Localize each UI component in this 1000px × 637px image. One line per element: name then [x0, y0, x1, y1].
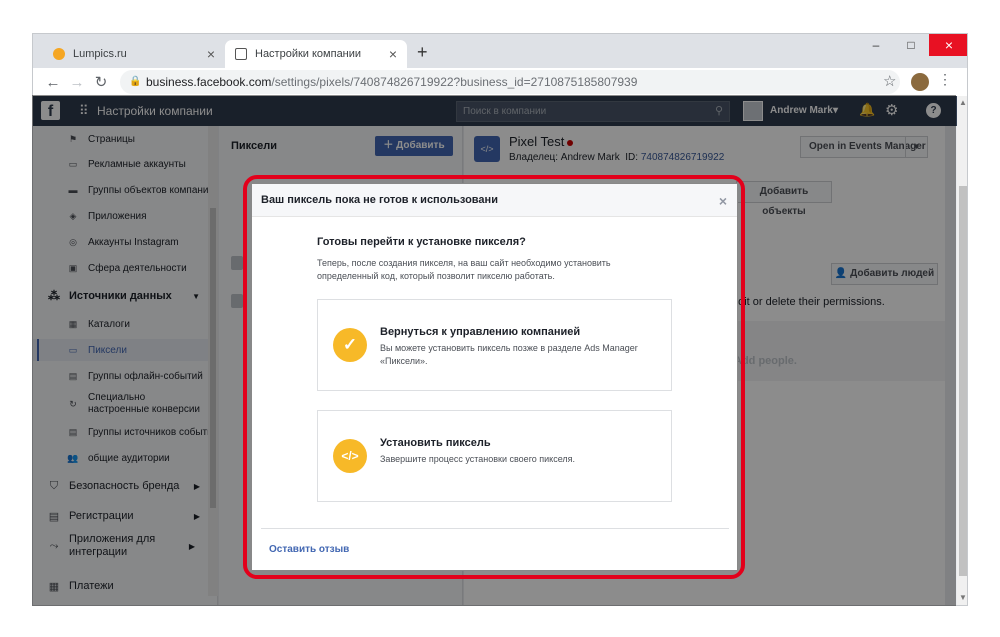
new-tab-button[interactable]: + [417, 42, 428, 63]
dialog-description: Теперь, после создания пикселя, на ваш с… [317, 258, 611, 281]
option-description: Завершите процесс установки своего пиксе… [380, 454, 576, 464]
checkmark-icon: ✓ [333, 328, 367, 362]
dialog-question: Готовы перейти к установке пикселя? [317, 236, 526, 248]
return-to-business-option[interactable]: ✓ Вернуться к управлению компанией Вы мо… [317, 299, 672, 391]
reload-icon[interactable]: ↻ [89, 73, 113, 91]
minimize-button[interactable]: – [859, 34, 893, 56]
scroll-up-icon[interactable]: ▲ [959, 98, 967, 107]
pixel-not-ready-dialog: Ваш пиксель пока не готов к использовани… [251, 183, 738, 571]
tab-lumpics[interactable]: Lumpics.ru × [43, 40, 225, 68]
option-description: Вы можете установить пиксель позже в раз… [380, 343, 638, 366]
tab-company-settings[interactable]: Настройки компании × [225, 40, 407, 68]
option-title: Вернуться к управлению компанией [380, 326, 581, 338]
dialog-header: Ваш пиксель пока не готов к использовани… [252, 184, 737, 217]
back-arrow-icon[interactable]: ← [41, 74, 65, 91]
lumpics-favicon-icon [53, 48, 65, 60]
bookmark-star-icon[interactable]: ☆ [883, 72, 896, 90]
leave-feedback-link[interactable]: Оставить отзыв [269, 544, 349, 555]
url-host: business.facebook.com [146, 75, 272, 89]
scrollbar-thumb[interactable] [959, 186, 967, 576]
divider [261, 528, 729, 529]
maximize-button[interactable]: □ [894, 34, 928, 56]
option-title: Установить пиксель [380, 437, 491, 449]
close-icon[interactable]: × [719, 193, 727, 209]
code-icon: </> [333, 439, 367, 473]
lock-icon: 🔒 [129, 76, 142, 87]
forward-arrow-icon[interactable]: → [65, 74, 89, 91]
tab-label: Настройки компании [255, 48, 362, 60]
page-scrollbar[interactable]: ▲ ▼ [957, 96, 967, 605]
page-favicon-icon [235, 48, 247, 60]
tab-label: Lumpics.ru [73, 48, 127, 60]
url-field[interactable]: 🔒 business.facebook.com/settings/pixels/… [120, 70, 900, 94]
address-bar-row: ← → ↻ 🔒 business.facebook.com/settings/p… [33, 68, 967, 96]
profile-avatar[interactable] [911, 73, 929, 91]
dialog-title: Ваш пиксель пока не готов к использовани [261, 194, 498, 206]
tab-close-icon[interactable]: × [207, 46, 215, 62]
tab-close-icon[interactable]: × [389, 46, 397, 62]
url-path: /settings/pixels/740874826719922?busines… [271, 75, 638, 89]
scroll-down-icon[interactable]: ▼ [959, 593, 967, 602]
menu-kebab-icon[interactable]: ⋮ [938, 71, 952, 88]
tab-bar: Lumpics.ru × Настройки компании × + – □ … [33, 34, 967, 68]
window-close-button[interactable]: × [929, 34, 967, 56]
install-pixel-option[interactable]: </> Установить пиксель Завершите процесс… [317, 410, 672, 502]
